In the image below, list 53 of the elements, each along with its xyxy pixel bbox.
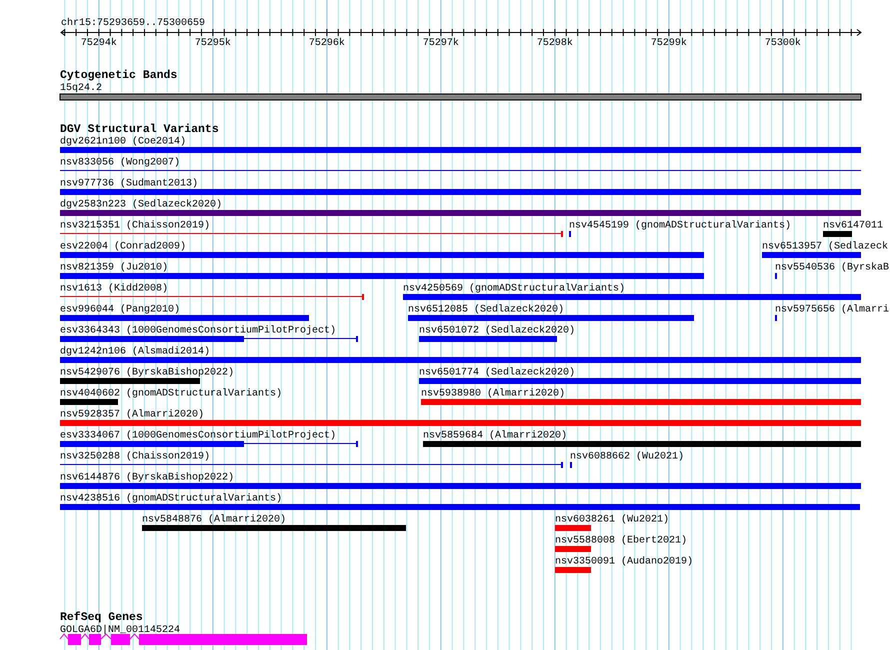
variant-label: nsv1613 (Kidd2008) [60,284,168,294]
variant-label: esv22004 (Conrad2009) [60,242,186,252]
track-title: Cytogenetic Bands [60,69,178,82]
variant-label: nsv4238516 (gnomADStructuralVariants) [60,494,282,504]
location-label: chr15:75293659..75300659 [61,18,206,29]
variant-label: nsv5938980 (Almarri2020) [421,388,566,400]
variant-label: nsv4250569 (gnomADStructuralVariants) [403,284,626,294]
variant-label: nsv3350091 (Audano2019) [555,556,694,568]
variant-line[interactable] [60,294,364,300]
variant-label: esv996044 (Pang2010) [60,304,180,316]
variant-label: nsv833056 (Wong2007) [60,158,180,168]
variant-label: nsv5859684 (Almarri2020) [423,430,568,442]
band-label: 15q24.2 [60,83,102,94]
tick-label: 75300k [764,38,801,49]
variant-label: nsv6088662 (Wu2021) [570,452,684,462]
variant-bar[interactable] [60,336,358,342]
variant-label: nsv977736 (Sudmant2013) [60,178,198,190]
variant-label: nsv5588008 (Ebert2021) [555,536,688,546]
variant-label: esv3364343 (1000GenomesConsortiumPilotProject) [60,326,336,336]
variant-line[interactable] [60,231,563,237]
variant-label: nsv5975656 (Almarri [775,304,890,316]
variant-label: nsv4040602 (gnomADStructuralVariants) [60,388,282,400]
variant-label: nsv5848876 (Almarri2020) [142,514,286,526]
tick-label: 75298k [536,38,573,49]
variant-label: nsv6144876 (ByrskaBishop2022) [60,472,234,484]
variant-label: nsv5540536 (ByrskaB [775,262,890,274]
gene-model-drawing[interactable] [60,633,307,645]
variant-label: esv3334067 (1000GenomesConsortiumPilotProject) [60,430,336,442]
variant-label: nsv6147011 [823,220,884,232]
variant-label: dgv1242n106 (Alsmadi2014) [60,346,210,358]
tick-label: 75295k [194,38,231,49]
gene-label: GOLGA6D|NM_001145224 [60,625,180,636]
tick-label: 75297k [422,38,459,49]
variant-label: dgv2583n223 (Sedlazeck2020) [60,200,222,210]
variant-label: nsv6512085 (Sedlazeck2020) [408,304,564,316]
tick-label: 75294k [80,38,117,49]
track-title: RefSeq Genes [60,611,143,624]
variant-label: nsv6513957 (Sedlazeck [762,242,888,252]
tick-label: 75299k [650,38,687,49]
variant-label: nsv6501072 (Sedlazeck2020) [419,326,576,336]
variant-label: nsv6038261 (Wu2021) [555,514,670,526]
variant-label: nsv3215351 (Chaisson2019) [60,220,210,232]
variant-label: nsv5429076 (ByrskaBishop2022) [60,368,234,378]
variant-label: dgv2621n100 (Coe2014) [60,136,186,148]
variant-label: nsv5928357 (Almarri2020) [60,410,204,420]
variant-line[interactable] [60,462,563,468]
variant-label: nsv4545199 (gnomADStructuralVariants) [569,220,792,232]
variant-bar[interactable] [60,441,358,447]
track-title: DGV Structural Variants [60,123,219,136]
variant-label: nsv821359 (Ju2010) [60,262,168,274]
tick-label: 75296k [308,38,345,49]
variant-label: nsv6501774 (Sedlazeck2020) [419,368,576,378]
variant-label: nsv3250288 (Chaisson2019) [60,452,210,462]
